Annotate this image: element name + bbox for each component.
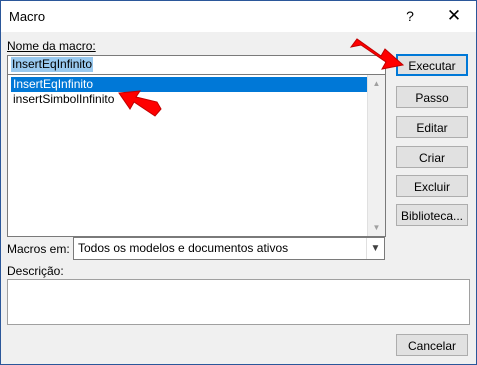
annotation-arrows — [118, 38, 405, 117]
arrow-to-list-item-icon — [118, 90, 162, 117]
macro-dialog: Macro ? ✕ Nome da macro: InsertEqInfinit… — [0, 0, 477, 365]
arrow-to-run-button-icon — [349, 38, 405, 70]
